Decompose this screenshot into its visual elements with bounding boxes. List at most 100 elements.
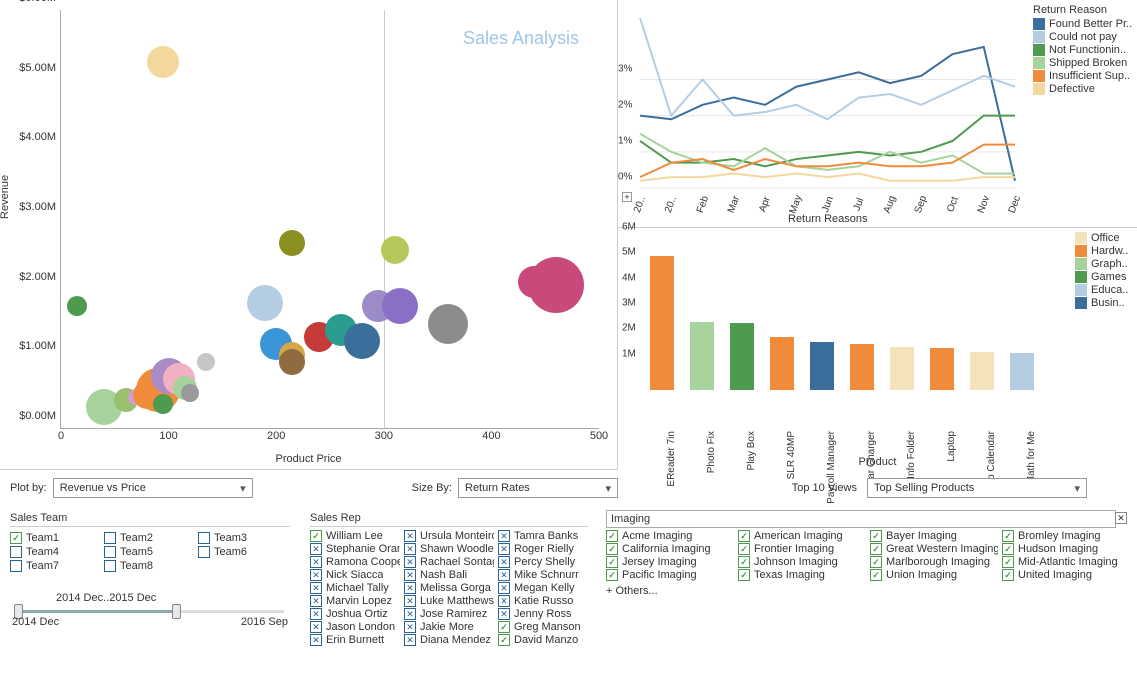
legend-item[interactable]: Busin.. — [1075, 297, 1133, 309]
bubble[interactable] — [247, 285, 283, 321]
slider-handle-end[interactable] — [172, 604, 181, 619]
clear-search-icon[interactable]: ✕ — [1115, 512, 1127, 524]
bubble[interactable] — [279, 230, 305, 256]
customer-checkbox[interactable]: Union Imaging — [870, 569, 998, 581]
customer-checkbox[interactable]: California Imaging — [606, 543, 734, 555]
plotby-select[interactable]: Revenue vs Price — [53, 478, 253, 498]
rep-checkbox[interactable]: Marvin Lopez — [310, 595, 400, 607]
bar[interactable] — [730, 323, 754, 390]
legend-item[interactable]: Insufficient Sup.. — [1033, 70, 1133, 82]
bar[interactable] — [690, 322, 714, 390]
rep-checkbox[interactable]: Jenny Ross — [498, 608, 588, 620]
rep-checkbox[interactable]: Diana Mendez — [404, 634, 494, 646]
customer-checkbox[interactable]: Mid-Atlantic Imaging — [1002, 556, 1130, 568]
legend-item[interactable]: Could not pay — [1033, 31, 1133, 43]
bar[interactable] — [810, 342, 834, 390]
rep-checkbox[interactable]: William Lee — [310, 530, 400, 542]
customer-checkbox[interactable]: Bayer Imaging — [870, 530, 998, 542]
bubble[interactable] — [279, 349, 305, 375]
bubble[interactable] — [528, 257, 584, 313]
bubble[interactable] — [381, 236, 409, 264]
rep-checkbox[interactable]: Ursula Monteiro — [404, 530, 494, 542]
legend-item[interactable]: Defective — [1033, 83, 1133, 95]
rep-checkbox[interactable]: Nash Bali — [404, 569, 494, 581]
ytick: 5M — [622, 247, 636, 258]
bubble[interactable] — [428, 304, 468, 344]
legend-item[interactable]: Hardw.. — [1075, 245, 1133, 257]
rep-checkbox[interactable]: Jakie More — [404, 621, 494, 633]
team-checkbox[interactable]: Team6 — [198, 546, 286, 558]
team-checkbox[interactable]: Team5 — [104, 546, 192, 558]
team-checkbox[interactable]: Team7 — [10, 560, 98, 572]
bubble[interactable] — [344, 323, 380, 359]
rep-checkbox[interactable]: Roger Rielly — [498, 543, 588, 555]
rep-checkbox[interactable]: Nick Siacca — [310, 569, 400, 581]
others-link[interactable]: + Others... — [606, 585, 1130, 597]
search-input[interactable] — [606, 510, 1116, 528]
customer-checkbox[interactable]: Marlborough Imaging — [870, 556, 998, 568]
customer-checkbox[interactable]: Acme Imaging — [606, 530, 734, 542]
team-checkbox[interactable]: Team8 — [104, 560, 192, 572]
customer-checkbox[interactable]: United Imaging — [1002, 569, 1130, 581]
customer-checkbox[interactable]: Hudson Imaging — [1002, 543, 1130, 555]
rep-checkbox[interactable]: Erin Burnett — [310, 634, 400, 646]
bubble[interactable] — [382, 288, 418, 324]
bar[interactable] — [930, 348, 954, 390]
rep-checkbox[interactable]: Jose Ramirez — [404, 608, 494, 620]
customer-checkbox[interactable]: Frontier Imaging — [738, 543, 866, 555]
rep-checkbox[interactable]: Ramona Coope — [310, 556, 400, 568]
bar[interactable] — [970, 352, 994, 390]
bubble[interactable] — [197, 353, 215, 371]
customer-checkbox[interactable]: Texas Imaging — [738, 569, 866, 581]
expand-icon[interactable]: + — [622, 192, 632, 202]
rep-checkbox[interactable]: Rachael Sontag — [404, 556, 494, 568]
rep-checkbox[interactable]: Stephanie Oran — [310, 543, 400, 555]
bar[interactable] — [850, 344, 874, 390]
customer-checkbox[interactable]: Bromley Imaging — [1002, 530, 1130, 542]
customer-checkbox[interactable]: Pacific Imaging — [606, 569, 734, 581]
bar[interactable] — [890, 347, 914, 390]
team-checkbox[interactable]: Team3 — [198, 532, 286, 544]
ytick: 1M — [622, 348, 636, 359]
rep-checkbox[interactable]: Shawn Woodley — [404, 543, 494, 555]
slider-end: 2016 Sep — [241, 616, 288, 628]
bubble[interactable] — [181, 384, 199, 402]
bar[interactable] — [770, 337, 794, 390]
team-checkbox[interactable]: Team2 — [104, 532, 192, 544]
bubble[interactable] — [147, 46, 179, 78]
team-checkbox[interactable]: Team4 — [10, 546, 98, 558]
team-checkbox[interactable]: Team1 — [10, 532, 98, 544]
rep-checkbox[interactable]: Tamra Banks — [498, 530, 588, 542]
legend-item[interactable]: Shipped Broken — [1033, 57, 1133, 69]
rep-checkbox[interactable]: Joshua Ortiz — [310, 608, 400, 620]
xtick: 300 — [375, 430, 393, 442]
rep-checkbox[interactable]: Michael Tally — [310, 582, 400, 594]
legend-item[interactable]: Educa.. — [1075, 284, 1133, 296]
top10-select[interactable]: Top Selling Products — [867, 478, 1087, 498]
rep-checkbox[interactable]: Mike Schnurr — [498, 569, 588, 581]
customer-checkbox[interactable]: Jersey Imaging — [606, 556, 734, 568]
bubble[interactable] — [153, 394, 173, 414]
legend-item[interactable]: Graph.. — [1075, 258, 1133, 270]
bar[interactable] — [650, 256, 674, 390]
customer-checkbox[interactable]: Great Western Imaging — [870, 543, 998, 555]
customer-checkbox[interactable]: Johnson Imaging — [738, 556, 866, 568]
legend-item[interactable]: Not Functionin.. — [1033, 44, 1133, 56]
bar[interactable] — [1010, 353, 1034, 390]
rep-checkbox[interactable]: Luke Matthews — [404, 595, 494, 607]
rep-checkbox[interactable]: Percy Shelly — [498, 556, 588, 568]
rep-checkbox[interactable]: Megan Kelly — [498, 582, 588, 594]
rep-checkbox[interactable]: David Manzo — [498, 634, 588, 646]
bubble[interactable] — [67, 296, 87, 316]
legend-item[interactable]: Office — [1075, 232, 1133, 244]
date-slider[interactable]: 2014 Dec..2015 Dec 2014 Dec 2016 Sep — [10, 592, 290, 630]
legend-item[interactable]: Games — [1075, 271, 1133, 283]
rep-checkbox[interactable]: Jason London — [310, 621, 400, 633]
rep-checkbox[interactable]: Greg Manson — [498, 621, 588, 633]
rep-checkbox[interactable]: Melissa Gorga — [404, 582, 494, 594]
customer-checkbox[interactable]: American Imaging — [738, 530, 866, 542]
legend-item[interactable]: Found Better Pr.. — [1033, 18, 1133, 30]
bar-label: Math for Me — [1026, 431, 1037, 484]
sizeby-select[interactable]: Return Rates — [458, 478, 618, 498]
rep-checkbox[interactable]: Katie Russo — [498, 595, 588, 607]
